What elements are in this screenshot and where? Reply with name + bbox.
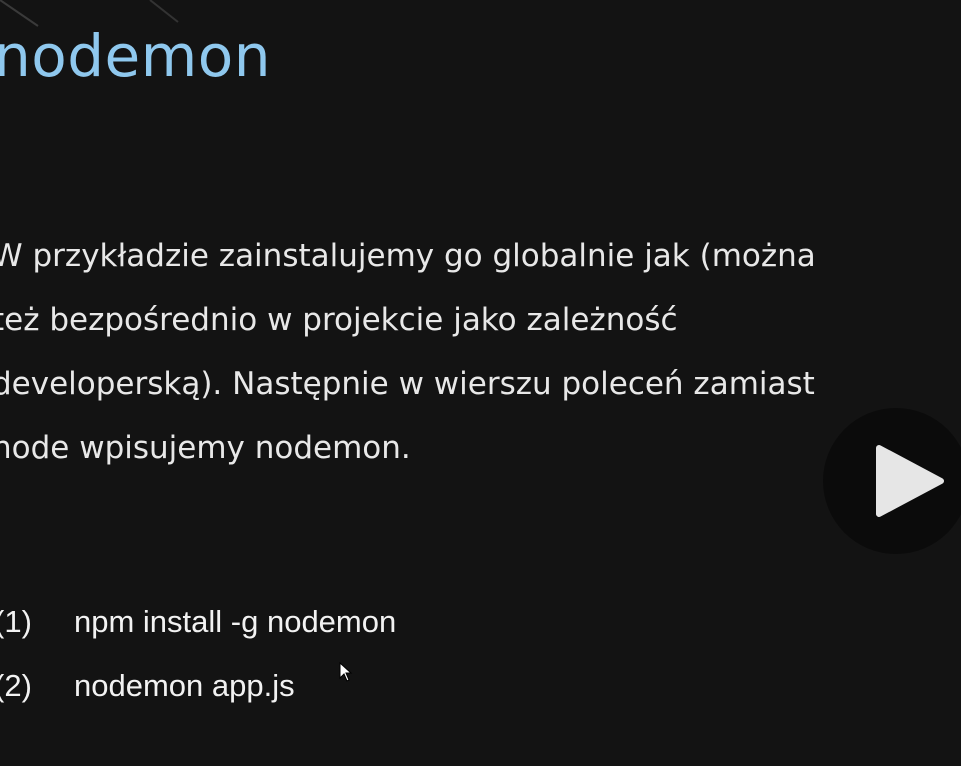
paragraph-line: też bezpośrednio w projekcie jako zależn…	[0, 302, 678, 338]
step-number: (1)	[0, 604, 32, 639]
command-step: (2) nodemon app.js	[0, 654, 396, 718]
command-step: (1) npm install -g nodemon	[0, 590, 396, 654]
play-icon	[876, 445, 944, 517]
slide-paragraph: W przykładzie zainstalujemy go globalnie…	[0, 224, 952, 480]
slide-title: nodemon	[0, 22, 271, 90]
paragraph-line: node wpisujemy nodemon.	[0, 430, 411, 466]
mouse-pointer-icon	[339, 662, 353, 682]
step-command: nodemon app.js	[74, 668, 295, 703]
presentation-slide: nodemon W przykładzie zainstalujemy go g…	[0, 0, 961, 766]
video-play-button[interactable]	[823, 408, 961, 554]
paragraph-line: W przykładzie zainstalujemy go globalnie…	[0, 238, 816, 274]
paragraph-line: developerską). Następnie w wierszu polec…	[0, 366, 815, 402]
command-steps-list: (1) npm install -g nodemon (2) nodemon a…	[0, 590, 396, 718]
step-command: npm install -g nodemon	[74, 604, 397, 639]
step-number: (2)	[0, 668, 32, 703]
